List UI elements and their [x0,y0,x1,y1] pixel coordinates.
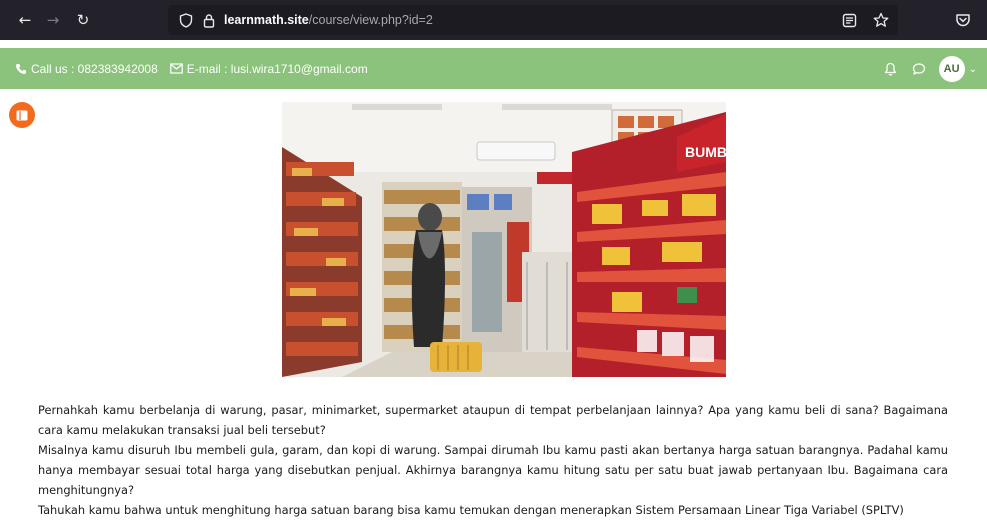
svg-text:BUMBU: BUMBU [685,144,726,160]
chat-icon[interactable] [911,61,927,77]
browser-toolbar: ← → ↻ learnmath.site/course/view.php?id=… [0,0,987,40]
shield-icon[interactable] [178,12,194,28]
lock-icon[interactable] [202,12,216,28]
drawer-icon [16,106,28,125]
forward-arrow-icon[interactable]: → [42,9,64,31]
url-text[interactable]: learnmath.site/course/view.php?id=2 [224,13,433,27]
paragraph-2: Misalnya kamu disuruh Ibu membeli gula, … [38,443,948,497]
paragraph-1: Pernahkah kamu berbelanja di warung, pas… [38,403,948,437]
phone-icon [14,62,27,75]
mail-icon [169,62,183,75]
paragraph-3: Tahukah kamu bahwa untuk menghitung harg… [38,503,904,517]
site-header: Call us : 082383942008 E-mail : lusi.wir… [0,48,987,89]
reload-icon[interactable]: ↻ [72,9,94,31]
contact-info: Call us : 082383942008 E-mail : lusi.wir… [14,62,368,76]
pocket-icon[interactable] [953,10,973,30]
avatar[interactable]: AU [938,56,965,82]
url-path: /course/view.php?id=2 [308,13,433,27]
drawer-toggle-button[interactable] [9,102,35,128]
course-intro-text: Pernahkah kamu berbelanja di warung, pas… [38,400,948,520]
bookmark-star-icon[interactable] [872,11,890,29]
reader-view-icon[interactable] [840,11,858,29]
chevron-down-icon[interactable]: ⌄ [969,64,977,75]
course-image: BUMBU [282,102,726,377]
address-bar[interactable]: learnmath.site/course/view.php?id=2 [168,5,898,35]
back-arrow-icon[interactable]: ← [14,9,36,31]
phone-text: Call us : 082383942008 [31,61,158,76]
url-host: learnmath.site [224,13,309,27]
bell-icon[interactable] [883,61,899,77]
email-text[interactable]: E-mail : lusi.wira1710@gmail.com [187,62,368,76]
